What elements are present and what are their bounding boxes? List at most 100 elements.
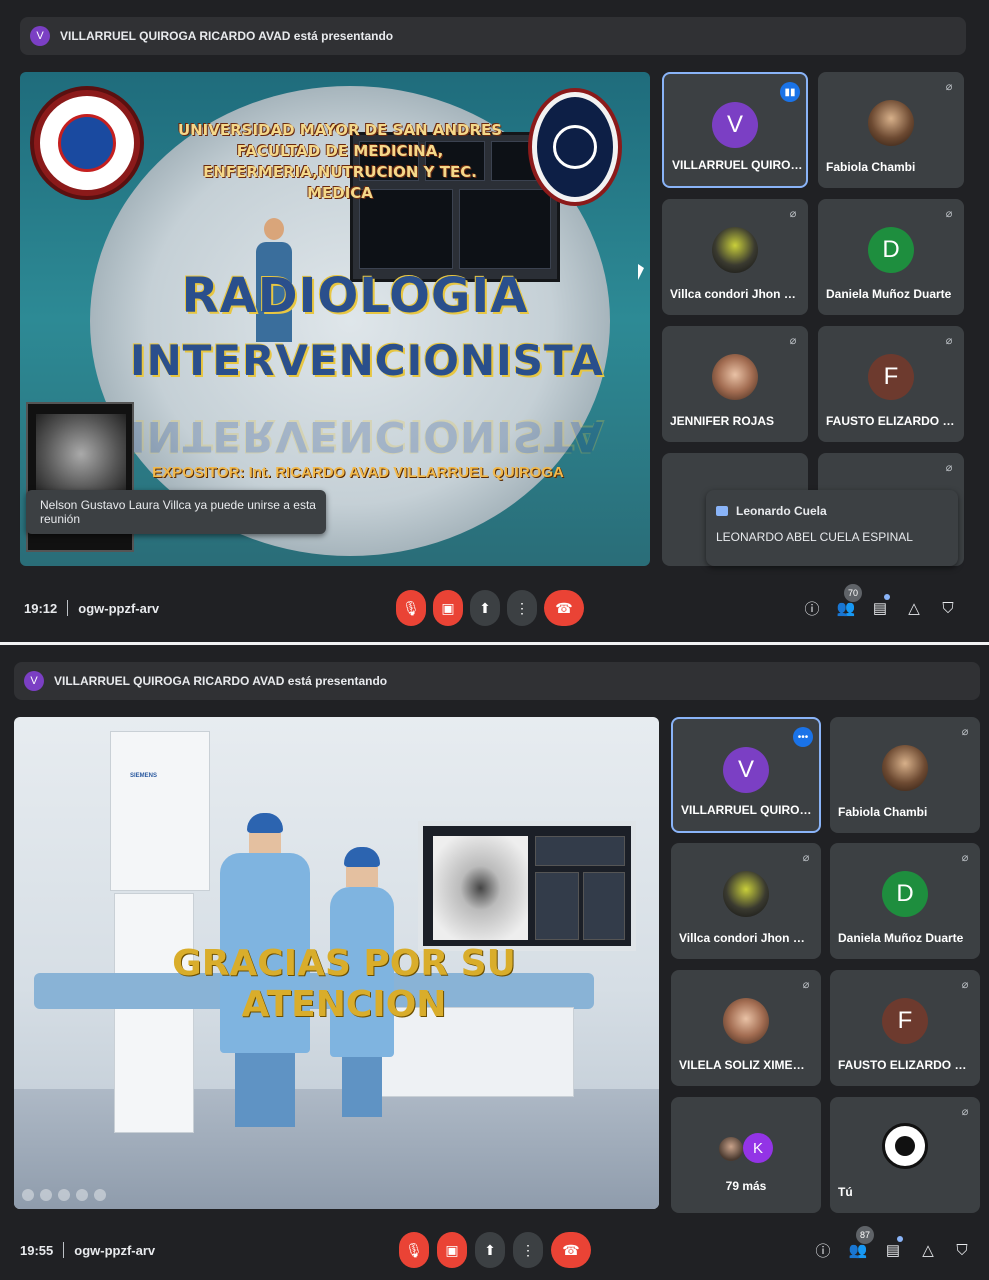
activities-icon: △ (922, 1242, 934, 1259)
chat-message: LEONARDO ABEL CUELA ESPINAL (716, 530, 913, 544)
host-controls-button[interactable]: ⛉ (936, 596, 960, 620)
separator (67, 600, 69, 616)
meeting-time: 19:55 (20, 1242, 54, 1258)
participant-tile[interactable]: ⌀ D Daniela Muñoz Duarte (830, 843, 980, 959)
mic-off-icon: ⌀ (961, 1106, 969, 1118)
shield-icon: ⛉ (956, 1241, 968, 1259)
speaking-icon: ▮▮ (780, 82, 800, 102)
meeting-info: 19:55 ogw-ppzf-arv (20, 1242, 155, 1258)
participant-tile[interactable]: ⌀ VILELA SOLIZ XIMENA SC... (671, 970, 821, 1086)
chat-unread-dot (884, 594, 890, 600)
presenting-text: VILLARRUEL QUIROGA RICARDO AVAD está pre… (60, 29, 394, 43)
university-header: UNIVERSIDAD MAYOR DE SAN ANDRES FACULTAD… (177, 121, 503, 202)
participant-name: Fabiola Chambi (838, 805, 928, 819)
participant-tile[interactable]: ⌀ JENNIFER ROJAS (662, 326, 808, 442)
activities-button[interactable]: △ (916, 1238, 940, 1262)
participant-name: FAUSTO ELIZARDO QUIN... (838, 1058, 970, 1072)
camera-off-button[interactable]: ▣ (433, 590, 463, 626)
meeting-code: ogw-ppzf-arv (78, 600, 160, 616)
self-name: Tú (838, 1185, 853, 1199)
join-notification: Nelson Gustavo Laura Villca ya puede uni… (26, 490, 326, 534)
participant-avatar: F (868, 354, 914, 400)
mic-off-icon: ⌀ (802, 979, 810, 991)
participant-count: 87 (856, 1226, 874, 1244)
participant-tile[interactable]: ⌀ D Daniela Muñoz Duarte (818, 199, 964, 315)
mic-off-icon: ⌀ (945, 335, 953, 347)
participant-avatar: V (723, 747, 769, 793)
participant-tile[interactable]: ⌀ Villca condori Jhon braian (671, 843, 821, 959)
chat-message-icon (716, 506, 728, 516)
more-participants-label: 79 más (725, 1179, 767, 1193)
presenting-banner: V VILLARRUEL QUIROGA RICARDO AVAD está p… (14, 662, 980, 700)
slide-monitor (418, 821, 636, 951)
participant-name: Fabiola Chambi (826, 160, 916, 174)
participant-tile[interactable]: ⌀ F FAUSTO ELIZARDO QUIN... (818, 326, 964, 442)
meeting-details-button[interactable]: ⓘ (811, 1238, 835, 1262)
mic-off-icon: ⌀ (789, 335, 797, 347)
present-icon: ⬆ (479, 599, 491, 616)
more-participants-tile[interactable]: K 79 más (671, 1097, 821, 1213)
participant-tile[interactable]: ⌀ Fabiola Chambi (818, 72, 964, 188)
meeting-info: 19:12 ogw-ppzf-arv (24, 600, 159, 616)
hang-up-icon: ☎ (555, 599, 573, 616)
presenting-banner: V VILLARRUEL QUIROGA RICARDO AVAD está p… (20, 17, 966, 55)
mic-off-icon: ⌀ (961, 726, 969, 738)
host-controls-button[interactable]: ⛉ (950, 1238, 974, 1262)
mic-off-icon: ⌀ (945, 208, 953, 220)
slide-title-line1: RADIOLOGIA (181, 268, 529, 324)
participant-tile[interactable]: ⌀ Fabiola Chambi (830, 717, 980, 833)
participant-name: VILLARRUEL QUIROGA RI... (681, 803, 813, 817)
participant-name: FAUSTO ELIZARDO QUIN... (826, 414, 958, 428)
present-button[interactable]: ⬆ (475, 1232, 505, 1268)
presenter-avatar: V (24, 671, 44, 691)
more-icon: ⋮ (521, 1241, 535, 1258)
hang-up-button[interactable]: ☎ (551, 1232, 591, 1268)
camera-off-icon: ▣ (445, 1241, 459, 1258)
more-options-button[interactable]: ⋮ (507, 590, 537, 626)
participant-photo (723, 871, 769, 917)
meeting-code: ogw-ppzf-arv (74, 1242, 156, 1258)
slide-brand: SIEMENS (130, 773, 158, 779)
meeting-time: 19:12 (24, 600, 58, 616)
present-button[interactable]: ⬆ (470, 590, 500, 626)
chat-popup[interactable]: Leonardo Cuela LEONARDO ABEL CUELA ESPIN… (706, 490, 958, 566)
slide-c-arm (110, 731, 210, 891)
meeting-details-button[interactable]: ⓘ (800, 596, 824, 620)
participant-tile[interactable]: ▮▮ V VILLARRUEL QUIROGA RI... (662, 72, 808, 188)
participant-avatar: V (712, 102, 758, 148)
present-icon: ⬆ (484, 1241, 496, 1258)
info-icon: ⓘ (815, 1242, 831, 1260)
participant-photo (717, 1135, 745, 1163)
participant-photo (868, 100, 914, 146)
slide-controls[interactable] (22, 1189, 106, 1201)
chat-icon: ▤ (872, 600, 888, 617)
presenting-text: VILLARRUEL QUIROGA RICARDO AVAD está pre… (54, 674, 388, 688)
camera-off-button[interactable]: ▣ (437, 1232, 467, 1268)
mic-off-icon: 🎙 (402, 599, 420, 616)
participant-avatar: K (743, 1133, 773, 1163)
medicina-logo (34, 90, 140, 196)
mouse-cursor-icon (638, 264, 644, 280)
meeting-toolbar: 19:12 ogw-ppzf-arv 🎙 ▣ ⬆ ⋮ ☎ ⓘ 👥 70 ▤ △ … (0, 578, 989, 638)
participant-name: Villca condori Jhon braian (679, 931, 811, 945)
chat-sender: Leonardo Cuela (736, 504, 827, 518)
participant-name: VILELA SOLIZ XIMENA SC... (679, 1058, 811, 1072)
mic-off-button[interactable]: 🎙 (399, 1232, 429, 1268)
self-avatar-logo (882, 1123, 928, 1169)
activities-icon: △ (908, 600, 920, 617)
participant-tile[interactable]: ⌀ Villca condori Jhon braian (662, 199, 808, 315)
meet-screen-1: V VILLARRUEL QUIROGA RICARDO AVAD está p… (0, 0, 989, 642)
self-tile[interactable]: ⌀ Tú (830, 1097, 980, 1213)
activities-button[interactable]: △ (902, 596, 926, 620)
slide-thanks-text: GRACIAS POR SU ATENCION (172, 943, 516, 1025)
camera-off-icon: ▣ (441, 599, 455, 616)
info-icon: ⓘ (804, 600, 820, 618)
meet-screen-2: V VILLARRUEL QUIROGA RICARDO AVAD está p… (0, 645, 989, 1280)
more-options-button[interactable]: ⋮ (513, 1232, 543, 1268)
mic-off-button[interactable]: 🎙 (396, 590, 426, 626)
participant-tile[interactable]: ⌀ F FAUSTO ELIZARDO QUIN... (830, 970, 980, 1086)
participant-avatar: D (882, 871, 928, 917)
participant-tile[interactable]: ••• V VILLARRUEL QUIROGA RI... (671, 717, 821, 833)
chat-icon: ▤ (885, 1242, 901, 1259)
hang-up-button[interactable]: ☎ (544, 590, 584, 626)
